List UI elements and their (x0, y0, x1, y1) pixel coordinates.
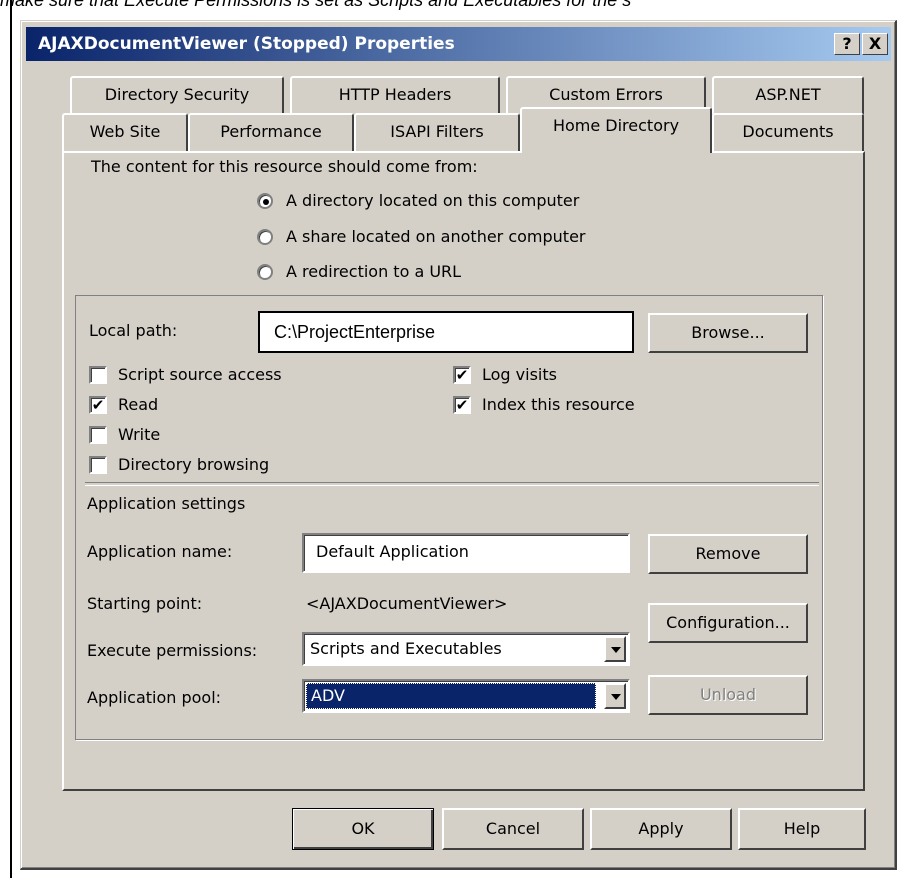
radio-redirect-label[interactable]: A redirection to a URL (286, 261, 461, 283)
cancel-label: Cancel (485, 819, 541, 838)
radio-redirect[interactable] (257, 264, 273, 280)
application-pool-value: ADV (306, 683, 596, 709)
ok-button[interactable]: OK (292, 808, 434, 850)
local-path-input[interactable]: C:\ProjectEnterprise (258, 311, 634, 353)
tab-web-site[interactable]: Web Site (62, 113, 188, 151)
title-bar[interactable]: AJAXDocumentViewer (Stopped) Properties … (26, 27, 891, 61)
settings-groupbox (75, 295, 823, 740)
browse-button[interactable]: Browse... (648, 313, 808, 353)
remove-label: Remove (695, 544, 761, 563)
starting-point-value: <AJAXDocumentViewer> (306, 594, 508, 613)
page-border (10, 0, 12, 878)
close-caption-button[interactable]: X (862, 33, 888, 55)
write-checkbox[interactable] (89, 426, 107, 444)
execute-permissions-select[interactable]: Scripts and Executables (302, 632, 630, 666)
tab-performance[interactable]: Performance (188, 113, 354, 151)
directory-browsing-label[interactable]: Directory browsing (118, 454, 269, 476)
tab-directory-security[interactable]: Directory Security (70, 76, 284, 114)
index-resource-label[interactable]: Index this resource (482, 394, 635, 416)
write-label[interactable]: Write (118, 424, 160, 446)
apply-button[interactable]: Apply (590, 808, 732, 850)
app-name-label: Application name: (87, 542, 233, 561)
tab-label: Home Directory (552, 116, 680, 135)
index-resource-checkbox[interactable]: ✔ (453, 396, 471, 414)
application-pool-select[interactable]: ADV (302, 679, 630, 713)
radio-share[interactable] (257, 229, 273, 245)
question-icon: ? (842, 34, 852, 53)
app-settings-label: Application settings (87, 494, 246, 513)
configuration-label: Configuration... (666, 613, 790, 632)
ok-label: OK (351, 819, 375, 838)
tab-asp-net[interactable]: ASP.NET (712, 76, 864, 114)
execute-permissions-value: Scripts and Executables (310, 639, 502, 658)
tab-home-directory[interactable]: Home Directory (520, 107, 712, 153)
tab-label: Web Site (89, 122, 161, 141)
read-checkbox[interactable]: ✔ (89, 396, 107, 414)
starting-point-label: Starting point: (87, 594, 203, 613)
radio-directory-label[interactable]: A directory located on this computer (286, 190, 579, 212)
tab-label: Directory Security (104, 85, 250, 104)
chevron-down-icon[interactable] (604, 636, 626, 662)
script-source-label[interactable]: Script source access (118, 364, 282, 386)
application-pool-label: Application pool: (87, 688, 222, 707)
window-title: AJAXDocumentViewer (Stopped) Properties (38, 34, 455, 54)
cancel-button[interactable]: Cancel (442, 808, 584, 850)
help-label: Help (783, 819, 821, 838)
unload-label: Unload (699, 685, 757, 704)
tab-label: Performance (220, 122, 322, 141)
separator (85, 482, 819, 486)
content-source-label: The content for this resource should com… (91, 157, 478, 176)
tab-label: ISAPI Filters (390, 122, 484, 141)
local-path-label: Local path: (89, 321, 178, 340)
execute-permissions-label: Execute permissions: (87, 641, 258, 660)
radio-share-label[interactable]: A share located on another computer (286, 226, 586, 248)
configuration-button[interactable]: Configuration... (648, 603, 808, 643)
remove-button[interactable]: Remove (648, 534, 808, 574)
tab-label: HTTP Headers (338, 85, 452, 104)
tab-label: ASP.NET (755, 85, 821, 104)
help-button[interactable]: Help (738, 808, 866, 850)
tab-label: Custom Errors (549, 85, 663, 104)
chevron-down-icon[interactable] (604, 683, 626, 709)
tab-http-headers[interactable]: HTTP Headers (290, 76, 500, 114)
unload-button[interactable]: Unload (648, 675, 808, 715)
log-visits-label[interactable]: Log visits (482, 364, 557, 386)
radio-directory[interactable] (257, 193, 273, 209)
log-visits-checkbox[interactable]: ✔ (453, 366, 471, 384)
help-caption-button[interactable]: ? (834, 33, 860, 55)
directory-browsing-checkbox[interactable] (89, 456, 107, 474)
browse-label: Browse... (691, 323, 765, 342)
tab-documents[interactable]: Documents (712, 113, 864, 151)
read-label[interactable]: Read (118, 394, 158, 416)
script-source-checkbox[interactable] (89, 366, 107, 384)
tab-label: Documents (742, 122, 834, 141)
document-caption: make sure that Execute Permissions is se… (0, 0, 632, 10)
close-icon: X (868, 34, 882, 53)
app-name-input[interactable]: Default Application (302, 533, 630, 573)
tab-isapi-filters[interactable]: ISAPI Filters (354, 113, 520, 151)
apply-label: Apply (638, 819, 684, 838)
